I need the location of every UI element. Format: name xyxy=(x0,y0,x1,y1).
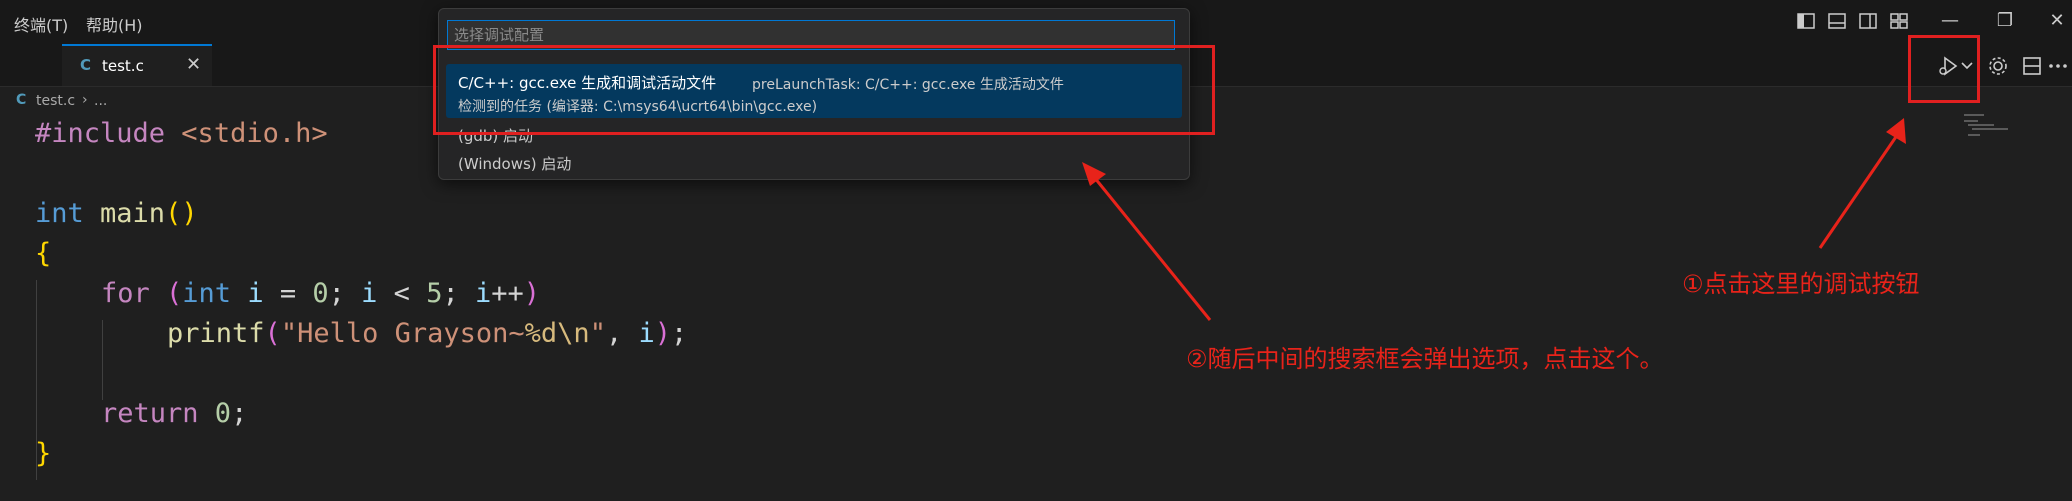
code-line-4: { xyxy=(35,238,51,278)
punctuation: ; xyxy=(328,278,362,309)
close-window-button[interactable]: ✕ xyxy=(2042,8,2072,34)
return-keyword: return xyxy=(101,398,199,429)
bracket: { xyxy=(35,238,52,269)
number: 0 xyxy=(312,278,329,309)
tab-test-c[interactable]: C test.c ✕ xyxy=(62,44,212,86)
bracket: ( xyxy=(149,278,183,309)
breadcrumb-file[interactable]: test.c xyxy=(36,93,75,109)
function-name: printf xyxy=(167,318,265,349)
for-keyword: for xyxy=(101,278,150,309)
bracket: ) xyxy=(654,318,671,349)
code-line-9: } xyxy=(35,438,51,478)
minimize-button[interactable]: — xyxy=(1935,8,1965,34)
indent-guide xyxy=(102,320,103,400)
code-line-3: int main() xyxy=(35,198,198,238)
minimap-line xyxy=(1968,134,1980,136)
breadcrumb-separator: › xyxy=(82,92,88,108)
more-actions-icon[interactable] xyxy=(2046,54,2070,78)
restore-button[interactable]: ❐ xyxy=(1990,8,2020,34)
c-file-icon: C xyxy=(16,92,27,108)
arrow-to-debug-button xyxy=(1818,127,1904,249)
number: 5 xyxy=(426,278,443,309)
punctuation: ; xyxy=(671,318,688,349)
function-name: main xyxy=(83,198,166,229)
include-header: <stdio.h> xyxy=(165,118,328,149)
tab-close-button[interactable]: ✕ xyxy=(186,54,201,75)
format-specifier: %d\n xyxy=(524,318,590,349)
split-editor-icon[interactable] xyxy=(2020,54,2044,78)
type-keyword: int xyxy=(182,278,232,309)
minimap[interactable] xyxy=(1960,110,2020,150)
minimap-line xyxy=(1968,124,1994,126)
variable: i xyxy=(361,278,378,309)
type-keyword: int xyxy=(35,198,84,229)
variable: i xyxy=(231,278,264,309)
punctuation: ; xyxy=(231,398,248,429)
string-literal: " xyxy=(589,318,606,349)
layout-panel-icon[interactable] xyxy=(1826,10,1848,32)
layout-sidebar-left-icon[interactable] xyxy=(1795,10,1817,32)
punctuation: , xyxy=(605,318,639,349)
annotation-step-1: ①点击这里的调试按钮 xyxy=(1682,270,1920,298)
operator: = xyxy=(263,278,313,309)
gear-icon[interactable] xyxy=(1986,54,2010,78)
arrow-head xyxy=(1886,118,1906,144)
bracket: () xyxy=(165,198,198,229)
punctuation: ; xyxy=(442,278,475,309)
operator: < xyxy=(377,278,427,309)
debug-option-windows-launch[interactable]: (Windows) 启动 xyxy=(458,153,571,174)
variable: i xyxy=(474,278,492,309)
minimap-line xyxy=(1964,120,1978,122)
code-line-5: for (int i = 0; i < 5; i++) xyxy=(101,278,540,318)
code-line-8: return 0; xyxy=(101,398,247,438)
operator: ++ xyxy=(491,278,524,309)
include-directive: #include xyxy=(35,118,166,149)
annotation-box-option xyxy=(433,45,1215,135)
menu-terminal[interactable]: 终端(T) xyxy=(14,12,68,36)
number: 0 xyxy=(198,398,232,429)
layout-sidebar-right-icon[interactable] xyxy=(1857,10,1879,32)
minimap-line xyxy=(1964,114,1984,116)
breadcrumb-symbols[interactable]: ... xyxy=(94,93,107,109)
variable: i xyxy=(638,318,655,349)
customize-layout-icon[interactable] xyxy=(1888,10,1910,32)
bracket: ) xyxy=(523,278,541,309)
c-file-icon: C xyxy=(80,56,92,74)
annotation-step-2: ②随后中间的搜索框会弹出选项，点击这个。 xyxy=(1186,345,1664,373)
code-line-6: printf("Hello Grayson~%d\n", i); xyxy=(167,318,687,358)
bracket: ( xyxy=(264,318,281,349)
string-literal: "Hello Grayson~ xyxy=(280,318,525,349)
menu-help[interactable]: 帮助(H) xyxy=(86,12,143,36)
bracket: } xyxy=(35,438,52,469)
code-line-1: #include <stdio.h> xyxy=(35,118,328,158)
tab-label: test.c xyxy=(102,57,144,75)
minimap-line xyxy=(1972,128,2008,130)
annotation-box-debug-button xyxy=(1908,35,1980,103)
arrow-to-option xyxy=(1088,171,1212,321)
